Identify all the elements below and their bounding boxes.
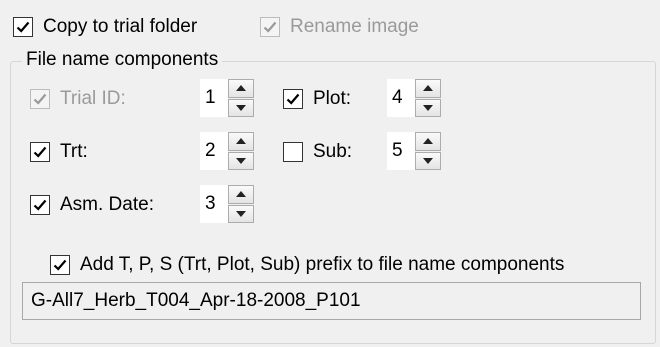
asm-date-label: Asm. Date: xyxy=(60,194,154,215)
spin-up-icon xyxy=(236,85,246,92)
sub-checkbox[interactable] xyxy=(283,142,303,162)
check-icon xyxy=(263,21,277,33)
trial-id-label: Trial ID: xyxy=(60,88,126,109)
prefix-checkbox[interactable] xyxy=(50,255,70,275)
rename-image-checkbox-row: Rename image xyxy=(260,16,419,38)
check-icon xyxy=(53,259,67,271)
copy-to-trial-label: Copy to trial folder xyxy=(43,16,198,37)
spin-down-icon xyxy=(236,104,246,111)
spin-up-icon xyxy=(236,191,246,198)
trial-id-down-button[interactable] xyxy=(228,98,254,117)
check-icon xyxy=(33,146,47,158)
check-icon xyxy=(16,21,30,33)
spin-down-icon xyxy=(236,157,246,164)
check-icon xyxy=(33,93,47,105)
sub-down-button[interactable] xyxy=(415,151,441,170)
asm-date-down-button[interactable] xyxy=(228,204,254,223)
plot-down-button[interactable] xyxy=(415,98,441,117)
copy-to-trial-checkbox[interactable] xyxy=(13,17,33,37)
rename-image-checkbox xyxy=(260,17,280,37)
trt-checkbox[interactable] xyxy=(30,142,50,162)
plot-label: Plot: xyxy=(313,88,352,109)
sub-up-button[interactable] xyxy=(415,132,441,151)
trial-id-checkbox xyxy=(30,89,50,109)
trt-spinner[interactable]: 2 xyxy=(200,132,254,170)
spin-down-icon xyxy=(236,210,246,217)
asm-date-checkbox-row[interactable]: Asm. Date: xyxy=(30,194,154,216)
plot-checkbox[interactable] xyxy=(283,89,303,109)
sub-label: Sub: xyxy=(313,141,353,162)
trt-label: Trt: xyxy=(60,141,88,162)
trt-checkbox-row[interactable]: Trt: xyxy=(30,141,88,163)
asm-date-value[interactable]: 3 xyxy=(200,185,228,223)
spin-up-icon xyxy=(423,138,433,145)
sub-spinner[interactable]: 5 xyxy=(387,132,441,170)
check-icon xyxy=(33,199,47,211)
asm-date-spinner[interactable]: 3 xyxy=(200,185,254,223)
prefix-label: Add T, P, S (Trt, Plot, Sub) prefix to f… xyxy=(80,254,565,275)
plot-spinner[interactable]: 4 xyxy=(387,79,441,117)
spin-up-icon xyxy=(423,85,433,92)
file-name-preview-field: G-All7_Herb_T004_Apr-18-2008_P101 xyxy=(22,282,641,320)
plot-checkbox-row[interactable]: Plot: xyxy=(283,88,351,110)
plot-up-button[interactable] xyxy=(415,79,441,98)
rename-image-label: Rename image xyxy=(290,16,419,37)
prefix-checkbox-row[interactable]: Add T, P, S (Trt, Plot, Sub) prefix to f… xyxy=(50,254,564,276)
trial-id-up-button[interactable] xyxy=(228,79,254,98)
trt-down-button[interactable] xyxy=(228,151,254,170)
trial-id-value[interactable]: 1 xyxy=(200,79,228,117)
file-name-preview-text: G-All7_Herb_T004_Apr-18-2008_P101 xyxy=(31,290,361,311)
trt-value[interactable]: 2 xyxy=(200,132,228,170)
spin-down-icon xyxy=(423,104,433,111)
copy-to-trial-checkbox-row[interactable]: Copy to trial folder xyxy=(13,16,197,38)
sub-checkbox-row[interactable]: Sub: xyxy=(283,141,352,163)
asm-date-up-button[interactable] xyxy=(228,185,254,204)
trial-id-spinner[interactable]: 1 xyxy=(200,79,254,117)
check-icon xyxy=(286,93,300,105)
plot-value[interactable]: 4 xyxy=(387,79,415,117)
spin-up-icon xyxy=(236,138,246,145)
group-title: File name components xyxy=(22,49,223,71)
sub-value[interactable]: 5 xyxy=(387,132,415,170)
trial-id-checkbox-row: Trial ID: xyxy=(30,88,126,110)
trt-up-button[interactable] xyxy=(228,132,254,151)
spin-down-icon xyxy=(423,157,433,164)
asm-date-checkbox[interactable] xyxy=(30,195,50,215)
